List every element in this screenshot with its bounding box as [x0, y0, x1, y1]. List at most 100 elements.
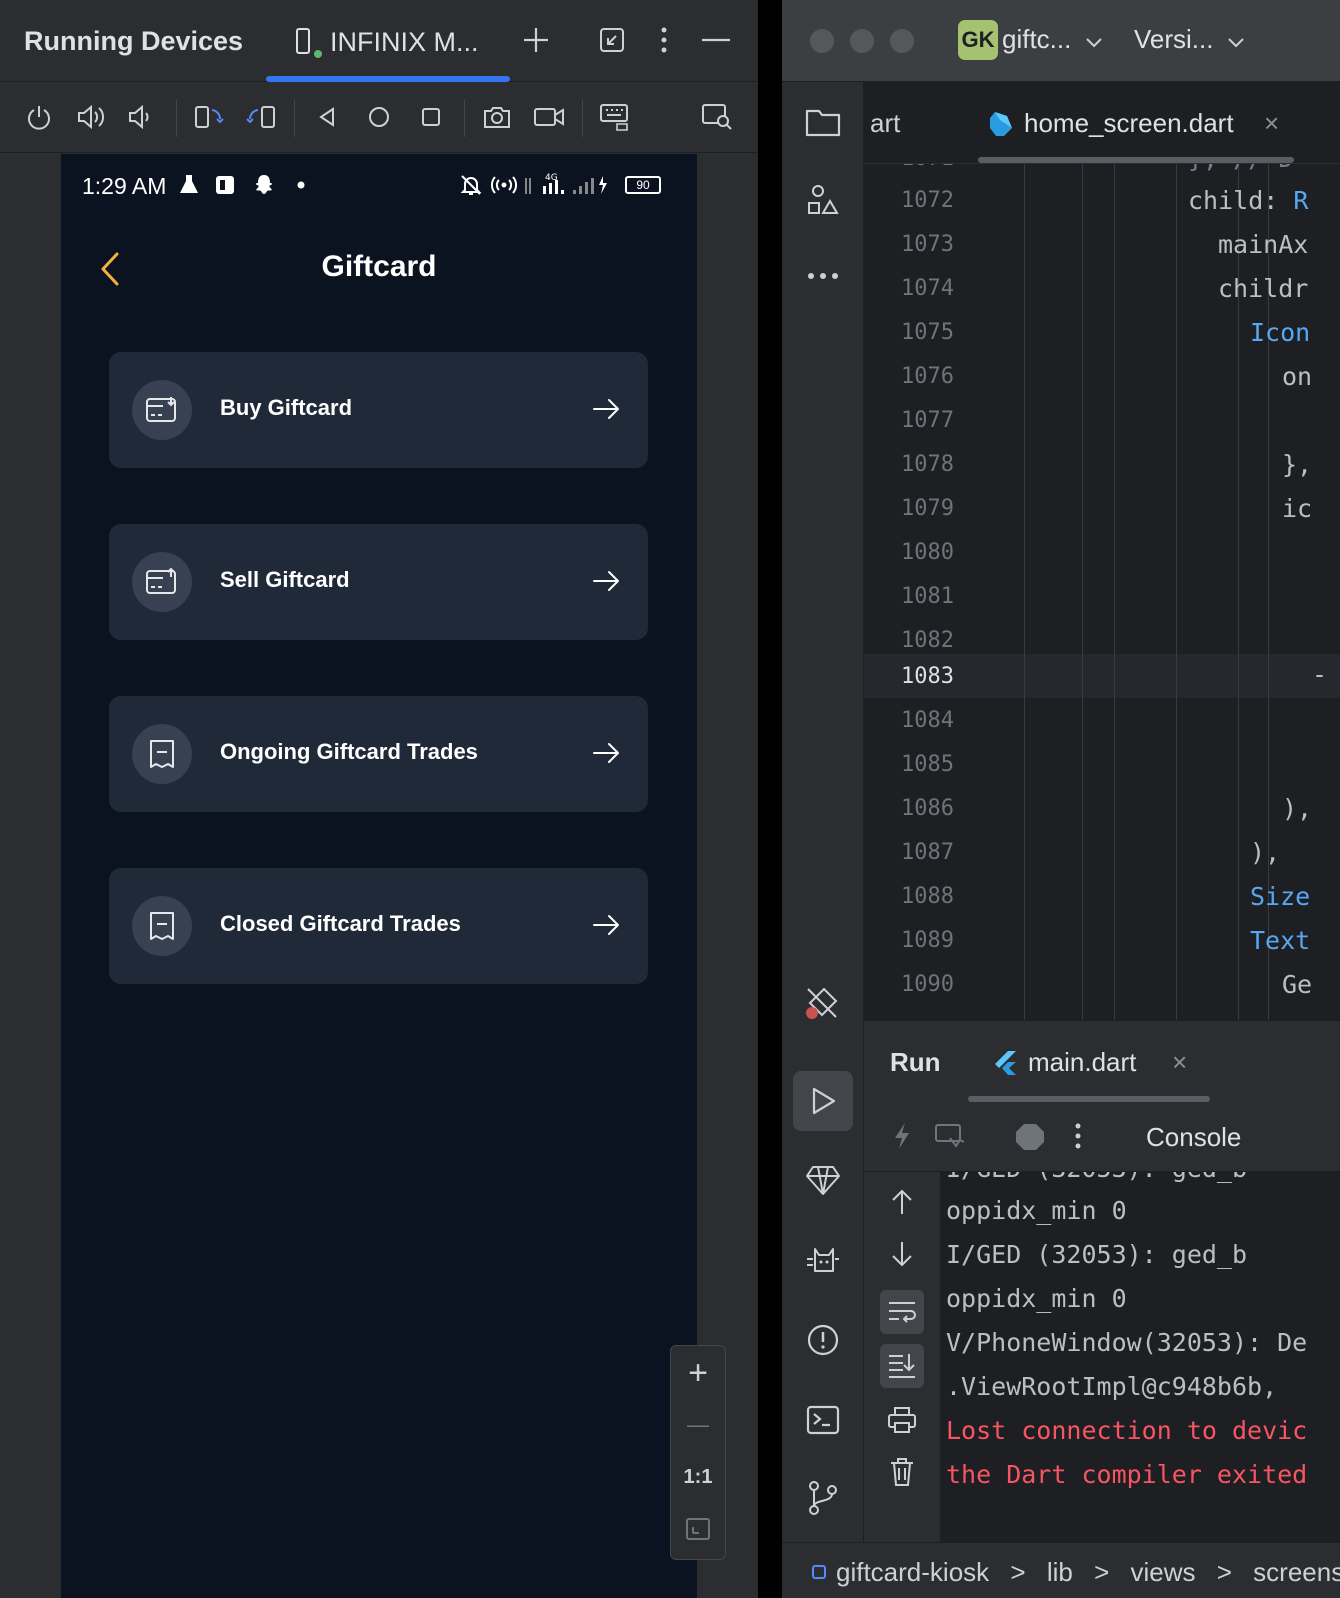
problems-icon[interactable]	[793, 1310, 853, 1370]
device-tab-label: INFINIX M...	[330, 27, 479, 57]
line-number: 1087	[901, 840, 954, 865]
stop-debug-icon[interactable]	[1010, 1116, 1050, 1156]
sell-giftcard-button[interactable]: Sell Giftcard	[109, 524, 648, 640]
scroll-to-end-icon[interactable]	[880, 1344, 924, 1388]
line-number: 1082	[901, 628, 954, 653]
detach-window-icon[interactable]	[594, 22, 630, 58]
zoom-out-button[interactable]: —	[671, 1400, 725, 1450]
add-device-icon[interactable]	[518, 22, 554, 58]
rotate-left-icon[interactable]	[190, 98, 228, 136]
zoom-in-button[interactable]: +	[671, 1348, 725, 1398]
code-editor[interactable]: 1071 1072 1073 1074 1075 1076 1077 1078 …	[864, 164, 1340, 1020]
line-number: 1084	[901, 708, 954, 733]
terminal-icon[interactable]	[793, 1390, 853, 1450]
device-tab[interactable]: INFINIX M...	[266, 0, 510, 82]
vcs-label: Versi...	[1134, 24, 1214, 54]
hot-restart-icon[interactable]	[930, 1116, 970, 1156]
more-options-icon[interactable]	[646, 22, 682, 58]
project-folder-icon[interactable]	[793, 92, 853, 152]
ide-title-bar: GK giftc... Versi...	[782, 0, 1340, 82]
project-selector[interactable]: giftc...	[1002, 24, 1103, 55]
tool-window-strip	[782, 82, 864, 1598]
breadcrumb-item[interactable]: lib	[1047, 1557, 1073, 1587]
home-button-icon[interactable]	[360, 98, 398, 136]
line-number: 1089	[901, 928, 954, 953]
snapchat-icon	[251, 172, 277, 198]
console-output[interactable]: I/GED (32053): ged_b oppidx_min 0 I/GED …	[942, 1172, 1340, 1542]
breadcrumb-separator: >	[1216, 1557, 1232, 1587]
editor-tab-truncated[interactable]: art	[870, 108, 900, 139]
scroll-down-icon[interactable]	[880, 1232, 924, 1276]
window-minimize-button[interactable]	[850, 29, 874, 53]
code-line: on	[1282, 362, 1313, 391]
git-branch-icon[interactable]	[793, 1468, 853, 1528]
breadcrumb-item[interactable]: giftcard-kiosk	[836, 1557, 989, 1587]
zoom-actual-size-button[interactable]: 1:1	[671, 1452, 725, 1502]
more-options-icon[interactable]	[1058, 1116, 1098, 1156]
soft-wrap-icon[interactable]	[880, 1290, 924, 1334]
line-number: 1078	[901, 452, 954, 477]
card-download-icon	[132, 380, 192, 440]
console-side-toolbar	[864, 1172, 941, 1542]
breadcrumb-separator: >	[1010, 1557, 1026, 1587]
toolbar-divider	[176, 99, 177, 137]
keyboard-icon[interactable]	[596, 98, 634, 136]
panel-title: Running Devices	[24, 26, 244, 56]
device-screen[interactable]: 1:29 AM 4G 90 Giftcard Buy Giftcard Sell…	[61, 154, 697, 1598]
window-zoom-button[interactable]	[890, 29, 914, 53]
close-tab-icon[interactable]: ×	[1172, 1047, 1187, 1078]
device-online-indicator	[314, 50, 322, 58]
breadcrumb: giftcard-kiosk > lib > views > screens	[812, 1557, 1340, 1588]
menu-item-label: Ongoing Giftcard Trades	[220, 739, 478, 764]
window-close-button[interactable]	[810, 29, 834, 53]
screenshot-icon[interactable]	[478, 98, 516, 136]
news-app-icon	[213, 172, 237, 198]
run-config-tab[interactable]: main.dart	[1028, 1047, 1136, 1078]
console-line: I/GED (32053): ged_b	[946, 1172, 1247, 1183]
hot-reload-icon[interactable]	[882, 1116, 922, 1156]
flutter-inspector-icon[interactable]	[793, 972, 853, 1032]
volume-up-icon[interactable]	[72, 98, 110, 136]
ongoing-trades-button[interactable]: Ongoing Giftcard Trades	[109, 696, 648, 812]
menu-item-label: Closed Giftcard Trades	[220, 911, 461, 936]
device-explorer-icon[interactable]	[698, 98, 736, 136]
buy-giftcard-button[interactable]: Buy Giftcard	[109, 352, 648, 468]
minimize-icon[interactable]	[698, 22, 734, 58]
power-icon[interactable]	[20, 98, 58, 136]
rotate-right-icon[interactable]	[242, 98, 280, 136]
screen-record-icon[interactable]	[530, 98, 568, 136]
chevron-down-icon	[1085, 38, 1102, 48]
console-tab[interactable]: Console	[1146, 1122, 1241, 1153]
ide-panel: GK giftc... Versi... art home_screen.dar…	[782, 0, 1340, 1598]
editor-tab-active[interactable]: home_screen.dart	[1024, 108, 1234, 139]
more-tools-icon[interactable]	[793, 246, 853, 306]
back-button-icon[interactable]	[308, 98, 346, 136]
indent-guide	[1082, 164, 1083, 1020]
print-icon[interactable]	[880, 1398, 924, 1442]
project-badge[interactable]: GK	[958, 20, 998, 60]
breadcrumb-separator: >	[1094, 1557, 1110, 1587]
logcat-icon[interactable]	[793, 1230, 853, 1290]
code-line: ic	[1282, 494, 1313, 523]
vcs-selector[interactable]: Versi...	[1134, 24, 1245, 55]
android-status-bar: 1:29 AM 4G 90	[61, 154, 697, 216]
line-number: 1071	[864, 164, 954, 171]
panel-splitter[interactable]	[758, 0, 782, 1598]
close-tab-icon[interactable]: ×	[1264, 108, 1279, 139]
line-number: 1085	[901, 752, 954, 777]
menu-item-label: Sell Giftcard	[220, 567, 350, 592]
trash-icon[interactable]	[880, 1450, 924, 1494]
volume-down-icon[interactable]	[122, 98, 160, 136]
line-number: 1086	[901, 796, 954, 821]
scroll-up-icon[interactable]	[880, 1180, 924, 1224]
zoom-fit-icon[interactable]	[671, 1504, 725, 1554]
run-tool-icon[interactable]	[793, 1071, 853, 1131]
gem-icon[interactable]	[793, 1150, 853, 1210]
breadcrumb-item[interactable]: screens	[1253, 1557, 1340, 1587]
line-number: 1088	[901, 884, 954, 909]
overview-button-icon[interactable]	[412, 98, 450, 136]
line-number: 1077	[901, 408, 954, 433]
closed-trades-button[interactable]: Closed Giftcard Trades	[109, 868, 648, 984]
structure-icon[interactable]	[793, 170, 853, 230]
breadcrumb-item[interactable]: views	[1130, 1557, 1195, 1587]
